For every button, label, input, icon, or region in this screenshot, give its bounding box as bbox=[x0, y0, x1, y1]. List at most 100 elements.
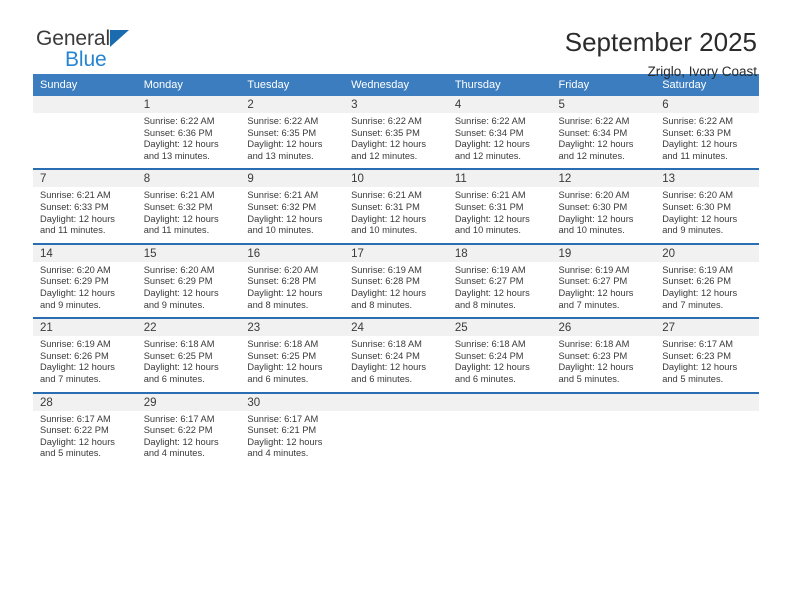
day-detail-cell: Sunrise: 6:22 AM Sunset: 6:34 PM Daylight:… bbox=[447, 113, 552, 170]
day-daylight-1-text: Daylight: 12 hours bbox=[247, 213, 323, 224]
day-number-cell[interactable]: 16 bbox=[240, 242, 345, 262]
day-sunset-text: Sunset: 6:23 PM bbox=[558, 350, 628, 361]
empty-day-cell bbox=[551, 391, 656, 411]
day-sunset-text: Sunset: 6:33 PM bbox=[662, 127, 731, 138]
page-title: September 2025 bbox=[564, 27, 757, 57]
day-number-cell[interactable]: 11 bbox=[447, 168, 552, 188]
day-daylight-1-text: Daylight: 12 hours bbox=[40, 362, 115, 373]
day-number-cell[interactable]: 1 bbox=[136, 96, 241, 113]
day-number-cell[interactable]: 17 bbox=[344, 242, 448, 262]
day-detail-cell: Sunrise: 6:17 AM Sunset: 6:23 PM Daylight:… bbox=[655, 336, 759, 393]
day-sunrise-text: Sunrise: 6:18 AM bbox=[351, 339, 422, 350]
logo-top-row: General bbox=[36, 27, 166, 49]
day-sunset-text: Sunset: 6:32 PM bbox=[143, 201, 213, 212]
day-number-cell[interactable]: 26 bbox=[551, 317, 656, 337]
day-daylight-2-text: and 10 minutes. bbox=[454, 225, 521, 236]
day-detail-cell: Sunrise: 6:22 AM Sunset: 6:34 PM Daylight:… bbox=[551, 113, 656, 170]
logo-text-general: General bbox=[36, 27, 111, 50]
weekday-header-wednesday: Wednesday bbox=[344, 74, 448, 96]
week-daynumber-row: 28 29 30 bbox=[33, 391, 759, 411]
page-location: Zriglo, Ivory Coast bbox=[647, 64, 757, 79]
day-sunrise-text: Sunrise: 6:17 AM bbox=[40, 413, 111, 424]
day-number-cell[interactable]: 23 bbox=[240, 317, 345, 337]
day-daylight-2-text: and 6 minutes. bbox=[143, 373, 205, 384]
day-number-cell[interactable]: 13 bbox=[655, 168, 759, 188]
day-number-cell[interactable]: 22 bbox=[136, 317, 241, 337]
day-number-cell[interactable]: 30 bbox=[240, 391, 345, 411]
day-number-cell[interactable]: 21 bbox=[33, 317, 137, 337]
day-detail-cell: Sunrise: 6:22 AM Sunset: 6:33 PM Daylight:… bbox=[655, 113, 759, 170]
calendar-page: General Blue September 2025 Zriglo, Ivor… bbox=[0, 0, 792, 612]
day-daylight-1-text: Daylight: 12 hours bbox=[662, 362, 738, 373]
empty-day-detail-cell bbox=[551, 410, 656, 467]
day-daylight-2-text: and 5 minutes. bbox=[558, 373, 620, 384]
day-number-cell[interactable]: 20 bbox=[655, 242, 759, 262]
day-detail-cell: Sunrise: 6:19 AM Sunset: 6:28 PM Daylight:… bbox=[344, 261, 448, 319]
day-sunset-text: Sunset: 6:24 PM bbox=[454, 350, 524, 361]
day-number-cell[interactable]: 12 bbox=[551, 168, 656, 188]
weekday-header-tuesday: Tuesday bbox=[240, 74, 345, 96]
day-daylight-1-text: Daylight: 12 hours bbox=[351, 213, 427, 224]
day-number-cell[interactable]: 27 bbox=[655, 317, 759, 337]
day-number-cell[interactable]: 9 bbox=[240, 168, 345, 188]
day-detail-cell: Sunrise: 6:19 AM Sunset: 6:27 PM Daylight:… bbox=[551, 261, 656, 319]
day-sunset-text: Sunset: 6:29 PM bbox=[143, 276, 213, 287]
week-daynumber-row: 123456 bbox=[33, 96, 759, 113]
day-number-cell[interactable]: 5 bbox=[551, 96, 656, 113]
day-number-cell[interactable]: 4 bbox=[447, 96, 552, 113]
day-sunrise-text: Sunrise: 6:19 AM bbox=[454, 264, 526, 275]
day-daylight-2-text: and 10 minutes. bbox=[558, 225, 625, 236]
week-daynumber-row: 7 8 9 10 11 12 13 bbox=[33, 168, 759, 188]
day-number-cell[interactable]: 29 bbox=[136, 391, 241, 411]
day-daylight-2-text: and 11 minutes. bbox=[40, 225, 106, 236]
day-sunset-text: Sunset: 6:30 PM bbox=[558, 201, 628, 212]
day-detail-cell: Sunrise: 6:22 AM Sunset: 6:35 PM Daylight:… bbox=[240, 113, 345, 170]
day-number-cell[interactable]: 19 bbox=[551, 242, 656, 262]
day-detail-cell: Sunrise: 6:17 AM Sunset: 6:21 PM Daylight:… bbox=[240, 410, 345, 467]
day-sunrise-text: Sunrise: 6:22 AM bbox=[662, 116, 734, 126]
day-daylight-1-text: Daylight: 12 hours bbox=[662, 139, 738, 150]
day-sunrise-text: Sunrise: 6:17 AM bbox=[662, 339, 734, 350]
day-number-cell[interactable]: 8 bbox=[136, 168, 241, 188]
day-daylight-2-text: and 13 minutes. bbox=[143, 150, 210, 161]
day-number-cell[interactable]: 7 bbox=[33, 168, 137, 188]
day-number-cell[interactable]: 2 bbox=[240, 96, 345, 113]
weekday-header-thursday: Thursday bbox=[447, 74, 552, 96]
day-number-cell[interactable]: 14 bbox=[33, 242, 137, 262]
day-sunset-text: Sunset: 6:34 PM bbox=[558, 127, 628, 138]
day-number-cell[interactable]: 28 bbox=[33, 391, 137, 411]
day-number-cell[interactable]: 10 bbox=[344, 168, 448, 188]
day-sunset-text: Sunset: 6:26 PM bbox=[40, 350, 109, 361]
day-daylight-2-text: and 13 minutes. bbox=[247, 150, 314, 161]
general-blue-logo[interactable]: General Blue bbox=[33, 27, 166, 71]
day-detail-cell: Sunrise: 6:20 AM Sunset: 6:29 PM Daylight:… bbox=[33, 261, 137, 319]
day-sunset-text: Sunset: 6:27 PM bbox=[558, 276, 628, 287]
weekday-header-monday: Monday bbox=[136, 74, 241, 96]
day-sunrise-text: Sunrise: 6:18 AM bbox=[143, 339, 215, 350]
day-daylight-2-text: and 12 minutes. bbox=[558, 150, 625, 161]
day-detail-cell: Sunrise: 6:22 AM Sunset: 6:36 PM Daylight:… bbox=[136, 113, 241, 170]
day-number-cell[interactable]: 25 bbox=[447, 317, 552, 337]
week-detail-row: Sunrise: 6:21 AM Sunset: 6:33 PM Daylight:… bbox=[33, 187, 759, 244]
day-detail-cell: Sunrise: 6:21 AM Sunset: 6:33 PM Daylight:… bbox=[33, 187, 137, 244]
day-number-cell[interactable]: 18 bbox=[447, 242, 552, 262]
day-number-cell[interactable]: 24 bbox=[344, 317, 448, 337]
day-sunrise-text: Sunrise: 6:21 AM bbox=[351, 190, 422, 201]
day-sunset-text: Sunset: 6:27 PM bbox=[454, 276, 524, 287]
day-number-cell[interactable]: 6 bbox=[655, 96, 759, 113]
day-sunrise-text: Sunrise: 6:21 AM bbox=[40, 190, 111, 201]
day-daylight-1-text: Daylight: 12 hours bbox=[143, 287, 219, 298]
day-sunrise-text: Sunrise: 6:21 AM bbox=[247, 190, 319, 201]
day-number-cell[interactable]: 3 bbox=[344, 96, 448, 113]
day-sunset-text: Sunset: 6:33 PM bbox=[40, 201, 109, 212]
empty-day-detail-cell bbox=[655, 410, 759, 467]
day-number-cell[interactable]: 15 bbox=[136, 242, 241, 262]
day-detail-cell: Sunrise: 6:21 AM Sunset: 6:32 PM Daylight:… bbox=[240, 187, 345, 244]
day-daylight-1-text: Daylight: 12 hours bbox=[143, 362, 219, 373]
day-sunrise-text: Sunrise: 6:20 AM bbox=[40, 264, 111, 275]
day-daylight-1-text: Daylight: 12 hours bbox=[247, 287, 323, 298]
day-daylight-1-text: Daylight: 12 hours bbox=[454, 362, 530, 373]
day-daylight-1-text: Daylight: 12 hours bbox=[558, 213, 634, 224]
day-sunset-text: Sunset: 6:32 PM bbox=[247, 201, 317, 212]
day-sunset-text: Sunset: 6:28 PM bbox=[351, 276, 420, 287]
